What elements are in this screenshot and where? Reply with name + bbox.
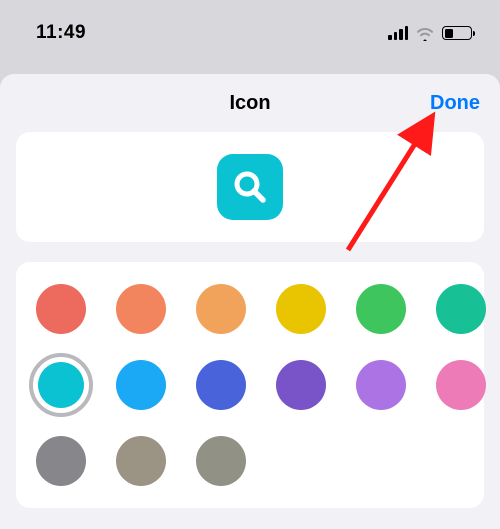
status-bar: 11:49 <box>0 0 500 66</box>
color-dot <box>276 360 326 410</box>
color-dot <box>356 284 406 334</box>
color-swatch-14[interactable] <box>194 434 248 488</box>
sheet-title: Icon <box>229 92 270 115</box>
color-swatch-2[interactable] <box>194 282 248 336</box>
color-dot <box>36 436 86 486</box>
color-dot <box>196 360 246 410</box>
color-dot <box>436 360 486 410</box>
color-swatch-7[interactable] <box>114 358 168 412</box>
color-swatch-10[interactable] <box>354 358 408 412</box>
icon-preview-card <box>16 132 484 242</box>
status-time: 11:49 <box>36 22 86 44</box>
magnifying-glass-icon <box>230 167 270 207</box>
color-swatch-13[interactable] <box>114 434 168 488</box>
color-dot <box>38 362 84 408</box>
icon-preview <box>217 154 283 220</box>
color-dot <box>436 284 486 334</box>
battery-icon <box>442 26 472 40</box>
color-dot <box>196 436 246 486</box>
color-dot <box>356 360 406 410</box>
color-dot <box>196 284 246 334</box>
color-dot <box>116 360 166 410</box>
color-swatch-8[interactable] <box>194 358 248 412</box>
color-swatch-5[interactable] <box>434 282 488 336</box>
color-swatch-6[interactable] <box>34 358 88 412</box>
icon-picker-sheet: Icon Done <box>0 74 500 529</box>
color-dot <box>116 436 166 486</box>
sheet-header: Icon Done <box>16 74 484 132</box>
color-dot <box>116 284 166 334</box>
color-swatch-11[interactable] <box>434 358 488 412</box>
color-swatch-1[interactable] <box>114 282 168 336</box>
wifi-icon <box>415 26 435 41</box>
color-swatch-3[interactable] <box>274 282 328 336</box>
color-grid <box>34 282 466 488</box>
color-dot <box>36 284 86 334</box>
color-swatch-9[interactable] <box>274 358 328 412</box>
color-swatch-0[interactable] <box>34 282 88 336</box>
color-dot <box>276 284 326 334</box>
done-button[interactable]: Done <box>430 92 480 115</box>
color-swatch-4[interactable] <box>354 282 408 336</box>
cellular-signal-icon <box>388 26 408 40</box>
color-palette-card <box>16 262 484 508</box>
status-indicators <box>388 26 472 41</box>
color-swatch-12[interactable] <box>34 434 88 488</box>
